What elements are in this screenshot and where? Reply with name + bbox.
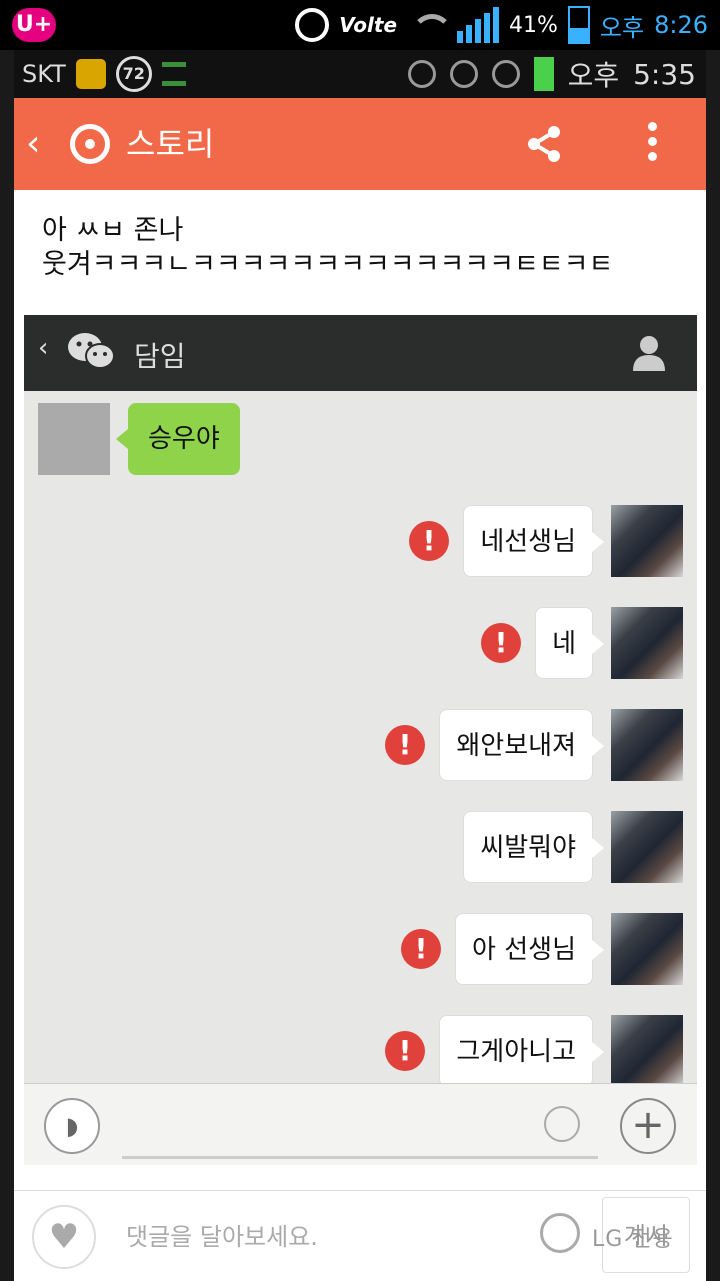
app-title: 스토리 <box>126 125 215 163</box>
user-avatar <box>611 1015 683 1087</box>
outgoing-message-row: 그게아니고! <box>43 1015 683 1087</box>
carrier-label: SKT <box>22 60 66 88</box>
outgoing-message-row: 네! <box>43 607 683 679</box>
chat-back-icon: ‹ <box>38 333 49 363</box>
incoming-message: 승우야 <box>116 403 240 475</box>
outgoing-message: 왜안보내져 <box>439 709 604 781</box>
user-avatar <box>611 505 683 577</box>
outer-status-icons: Volte 41% 오후 8:26 <box>295 6 708 44</box>
kakaostory-logo-icon <box>70 124 110 164</box>
notification-badge: 72 <box>115 56 152 92</box>
outer-time: 8:26 <box>654 11 708 39</box>
teacher-avatar <box>38 403 110 475</box>
outgoing-message: 씨발뭐야 <box>463 811 604 883</box>
voice-icon: ◗ <box>44 1098 100 1154</box>
user-avatar <box>611 709 683 781</box>
back-button[interactable]: ‹ <box>26 124 40 164</box>
post-text-line: 웃겨ㅋㅋㅋㄴㅋㅋㅋㅋㅋㅋㅋㅋㅋㅋㅋㅋㅋㅌㅌㅋㅌ <box>42 249 614 280</box>
outgoing-message: 아 선생님 <box>455 913 604 985</box>
wifi-icon <box>491 60 520 88</box>
inner-status-left: SKT 72 <box>22 56 186 92</box>
like-heart-button[interactable]: ♥ <box>32 1205 96 1269</box>
attached-chat-screenshot[interactable]: ‹ 담임 승우야 네선생님! 네! 왜안보내져! 씨발뭐야 아 선생님! 그게아니고! ◗… <box>24 315 697 1165</box>
mute-icon <box>407 60 436 88</box>
user-avatar <box>611 607 683 679</box>
outgoing-message-row: 왜안보내져! <box>43 709 683 781</box>
storage-icon <box>161 62 186 86</box>
inner-status-bar: SKT 72 오후 5:35 <box>14 50 706 98</box>
outgoing-message-row: 아 선생님! <box>43 913 683 985</box>
user-avatar <box>611 811 683 883</box>
chat-input-bar: ◗ + <box>24 1083 697 1165</box>
person-icon <box>633 336 665 371</box>
kakao-icon <box>75 59 106 89</box>
battery-percent: 41% <box>509 12 558 38</box>
comment-bar: ♥ 댓글을 달아보세요. 게시 LG 전용 <box>14 1190 706 1281</box>
share-icon[interactable] <box>524 124 564 164</box>
outgoing-message: 그게아니고 <box>439 1015 604 1087</box>
wechat-icon <box>68 333 115 369</box>
send-failed-icon: ! <box>385 1031 425 1071</box>
battery-icon <box>533 57 554 91</box>
send-failed-icon: ! <box>481 623 521 663</box>
post-text: 아 ㅆㅂ 존나 웃겨ㅋㅋㅋㄴㅋㅋㅋㅋㅋㅋㅋㅋㅋㅋㅋㅋㅋㅌㅌㅋㅌ <box>42 214 613 282</box>
uplus-logo: U+ <box>12 8 56 42</box>
outer-status-bar: U+ Volte 41% 오후 8:26 <box>0 0 720 50</box>
wifi-icon <box>407 10 454 40</box>
send-failed-icon: ! <box>401 929 441 969</box>
watermark: LG 전용 <box>592 1227 674 1252</box>
app-bar: ‹ 스토리 <box>14 98 706 190</box>
outgoing-message: 네 <box>535 607 604 679</box>
send-failed-icon: ! <box>409 521 449 561</box>
outer-ampm: 오후 <box>599 13 645 42</box>
chat-header: ‹ 담임 <box>24 315 697 391</box>
more-options-icon[interactable] <box>642 122 662 166</box>
inner-status-right: 오후 5:35 <box>407 54 696 94</box>
inner-ampm: 오후 <box>567 59 620 92</box>
chat-input-field <box>122 1156 598 1159</box>
user-avatar <box>611 913 683 985</box>
signal-icon <box>457 7 500 43</box>
outgoing-message-row: 씨발뭐야 <box>43 811 683 883</box>
alarm-icon <box>449 60 478 88</box>
send-failed-icon: ! <box>385 725 425 765</box>
battery-icon <box>567 6 590 44</box>
volte-icon: Volte <box>339 13 398 37</box>
emoji-icon[interactable] <box>540 1213 580 1253</box>
post-text-line: 아 ㅆㅂ 존나 <box>42 215 184 246</box>
chat-title: 담임 <box>134 340 186 373</box>
plus-icon: + <box>620 1098 676 1154</box>
outgoing-message-row: 네선생님! <box>43 505 683 577</box>
comment-input[interactable]: 댓글을 달아보세요. <box>126 1217 318 1252</box>
emoji-icon <box>544 1106 580 1142</box>
alarm-icon <box>295 8 330 42</box>
inner-time: 5:35 <box>633 57 696 91</box>
outgoing-message: 네선생님 <box>463 505 604 577</box>
